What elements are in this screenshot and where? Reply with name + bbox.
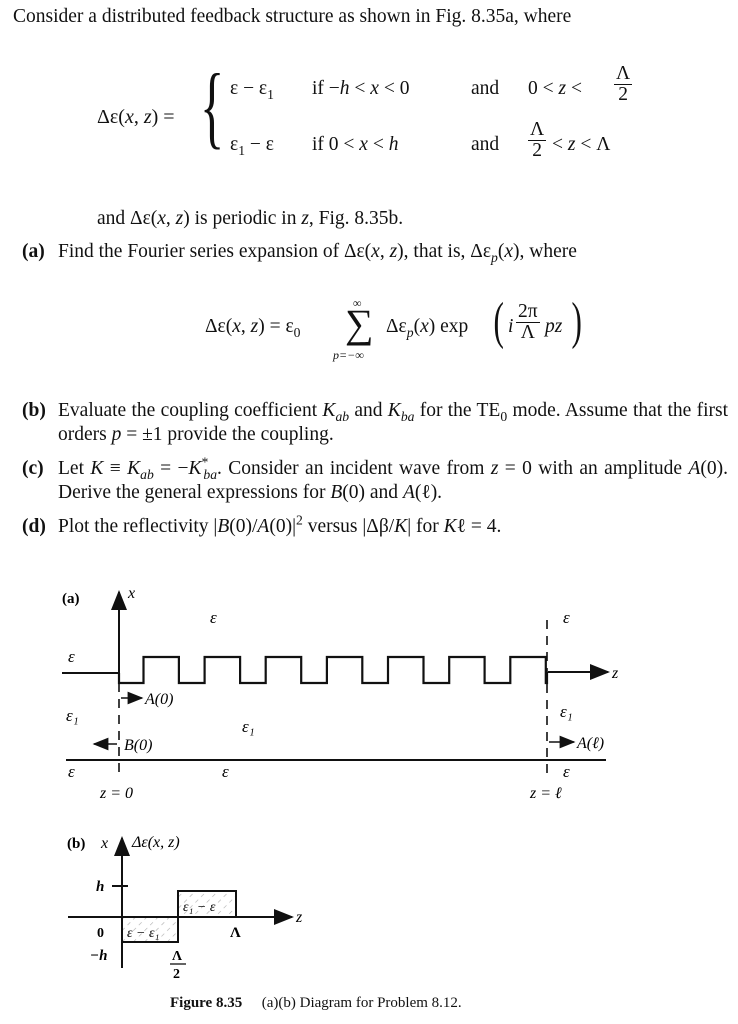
- caption-figure-number: Figure 8.35: [170, 995, 243, 1011]
- fig-b-lower-label: ε − ε₁: [127, 926, 159, 941]
- fig-a-z-label: z: [611, 665, 619, 682]
- fig-a-zl-label: z = ℓ: [529, 785, 562, 802]
- fig-a-eps1-left: ε₁: [66, 706, 79, 725]
- fig-a-eps1-right: ε₁: [560, 702, 573, 721]
- fig-a-x-label: x: [127, 585, 135, 602]
- fig-b-z-label: z: [295, 909, 303, 926]
- fig-a-grating: [117, 655, 549, 685]
- fig-b-upper-label: ε₁ − ε: [183, 900, 216, 915]
- fig-a-eps-right-bottom: ε: [563, 762, 570, 781]
- figure-caption: Figure 8.35 (a)(b) Diagram for Problem 8…: [170, 995, 462, 1012]
- fig-a-Al-label: A(ℓ): [576, 735, 604, 752]
- fig-a-eps-left-top: ε: [68, 647, 75, 666]
- fig-a-eps1-center: ε₁: [242, 717, 255, 736]
- fig-b-half-den: 2: [173, 967, 180, 982]
- figure-a: (a) x z A(0) B(0) A(ℓ) ε ε ε ε₁ ε₁ ε₁ ε …: [62, 585, 619, 802]
- fig-b-minus-h: −h: [90, 948, 107, 964]
- fig-a-label: (a): [62, 591, 80, 607]
- caption-text: (a)(b) Diagram for Problem 8.12.: [261, 995, 462, 1011]
- fig-a-eps-substrate: ε: [222, 762, 229, 781]
- fig-b-h-label: h: [96, 879, 104, 895]
- figure-b: (b) x Δε(x, z) z h 0 −h ε₁ − ε ε − ε₁ Λ …: [67, 834, 303, 982]
- fig-a-A0-label: A(0): [144, 691, 173, 708]
- fig-a-eps-right-top: ε: [563, 608, 570, 627]
- fig-b-Lambda: Λ: [230, 925, 241, 941]
- fig-b-origin: 0: [97, 926, 104, 941]
- fig-b-half-num: Λ: [172, 949, 182, 964]
- fig-a-B0-label: B(0): [124, 737, 152, 754]
- fig-b-y-title: Δε(x, z): [131, 834, 180, 851]
- figure-diagrams: (a) x z A(0) B(0) A(ℓ) ε ε ε ε₁ ε₁ ε₁ ε …: [62, 585, 619, 982]
- fig-b-x-label: x: [100, 835, 108, 852]
- fig-a-eps-left-bottom: ε: [68, 762, 75, 781]
- fig-b-label: (b): [67, 836, 85, 852]
- fig-a-z0-label: z = 0: [99, 785, 133, 802]
- fig-a-eps-cladding: ε: [210, 608, 217, 627]
